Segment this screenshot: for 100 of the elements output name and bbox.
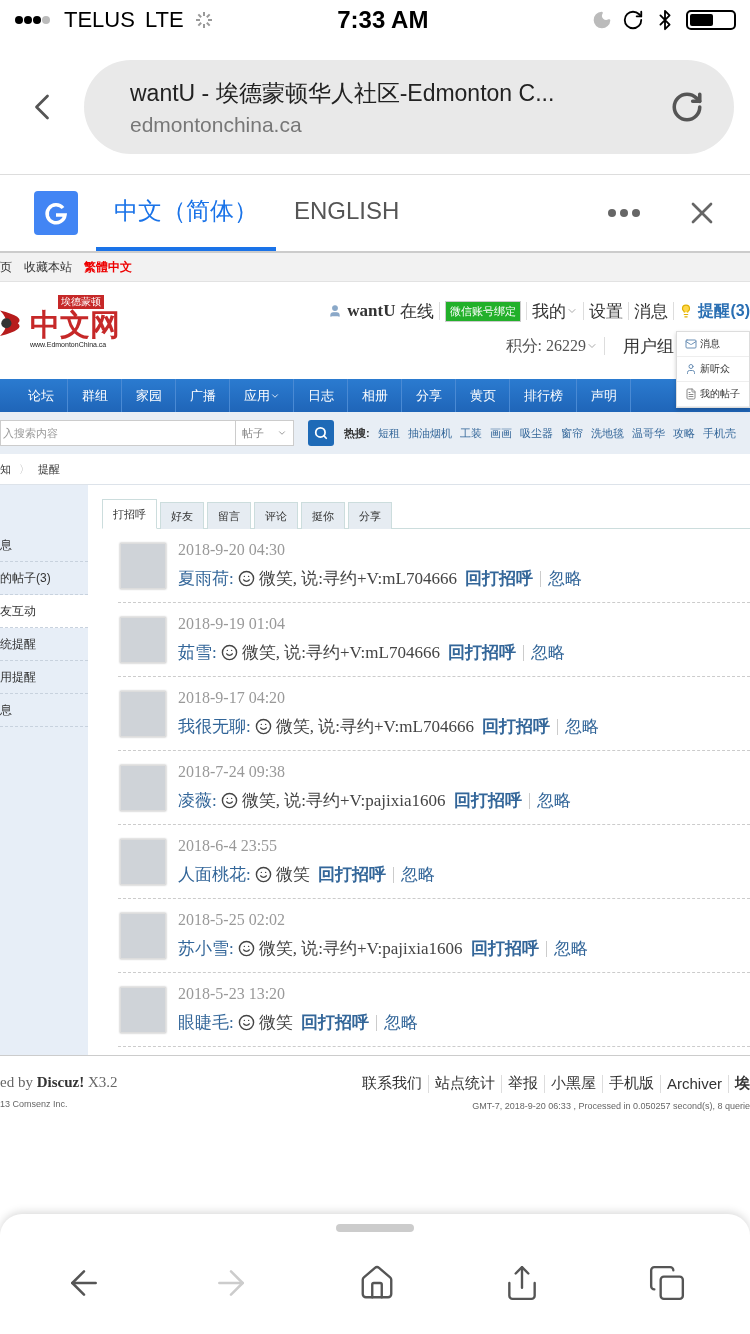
caret-icon — [277, 428, 287, 438]
footer-link[interactable]: 联系我们 — [362, 1074, 422, 1093]
hot-search-link[interactable]: 画画 — [489, 425, 512, 441]
powered-by-text: ed by Discuz! X3.2 — [0, 1074, 118, 1091]
reply-greeting-link[interactable]: 回打招呼 — [453, 789, 522, 812]
address-bar[interactable]: wantU - 埃德蒙顿华人社区-Edmonton C... edmontonchina.ca — [84, 60, 734, 154]
clock-time: 7:33 AM — [336, 6, 430, 34]
network-type: LTE — [144, 7, 184, 33]
smile-icon — [220, 644, 238, 661]
reply-greeting-link[interactable]: 回打招呼 — [447, 641, 516, 664]
avatar-placeholder — [120, 838, 166, 885]
user-name-link[interactable]: 苏小雪: — [178, 937, 234, 960]
reload-button[interactable] — [670, 90, 704, 124]
ignore-link[interactable]: 忽略 — [547, 567, 582, 590]
footer-link[interactable]: 站点统计 — [435, 1074, 495, 1093]
hot-search-link[interactable]: 抽油烟机 — [407, 425, 452, 441]
top-link[interactable]: 页 — [0, 258, 12, 276]
user-group-link[interactable]: 用户组 — [623, 334, 674, 358]
menu-item[interactable]: 消息 — [677, 332, 749, 357]
hot-search-link[interactable]: 窗帘 — [560, 425, 583, 441]
hot-search-link[interactable]: 手机壳 — [702, 425, 736, 441]
notification-time: 2018-9-20 04:30 — [178, 541, 287, 559]
translate-logo-icon — [34, 191, 78, 235]
reply-greeting-link[interactable]: 回打招呼 — [317, 863, 386, 886]
user-menu-link[interactable]: 我的 — [532, 299, 579, 323]
user-name-link[interactable]: 我很无聊: — [178, 715, 251, 738]
footer-link[interactable]: 埃 — [735, 1074, 750, 1093]
sidebar-item[interactable]: 用提醒 — [0, 661, 88, 694]
user-menu-link[interactable]: 设置 — [589, 299, 624, 323]
points-link[interactable]: 积分: 26229 — [505, 335, 598, 357]
menu-item[interactable]: 新听众 — [677, 357, 749, 382]
hot-search-link[interactable]: 攻略 — [672, 425, 695, 441]
sheet-handle[interactable] — [336, 1224, 414, 1232]
sidebar-item[interactable]: 友互动 — [0, 595, 88, 628]
reply-greeting-link[interactable]: 回打招呼 — [481, 715, 550, 738]
breadcrumb-link[interactable]: 知 — [0, 461, 11, 477]
ignore-link[interactable]: 忽略 — [383, 1011, 418, 1034]
top-link[interactable]: 收藏本站 — [24, 258, 72, 276]
user-name-link[interactable]: 茹雪: — [178, 641, 217, 664]
hot-search-link[interactable]: 吸尘器 — [519, 425, 553, 441]
user-name-link[interactable]: 眼睫毛: — [178, 1011, 234, 1034]
notification-message: 微笑, 说:寻约+V:pajixia1606 — [241, 790, 446, 812]
alerts-link[interactable]: 提醒(3) — [698, 300, 750, 322]
footer-link[interactable]: 小黑屋 — [551, 1074, 596, 1093]
user-name-link[interactable]: 凌薇: — [178, 789, 217, 812]
tab[interactable]: 好友 — [160, 502, 204, 529]
avatar-placeholder — [120, 912, 166, 959]
smile-icon — [254, 718, 272, 735]
footer-link[interactable]: 手机版 — [609, 1074, 654, 1093]
search-button[interactable] — [308, 420, 334, 446]
user-name-link[interactable]: 夏雨荷: — [178, 567, 234, 590]
ignore-link[interactable]: 忽略 — [553, 937, 588, 960]
sidebar-item[interactable]: 息 — [0, 694, 88, 727]
avatar-placeholder — [120, 616, 166, 663]
menu-item[interactable]: 我的帖子 — [677, 382, 749, 407]
page-url: edmontonchina.ca — [130, 112, 303, 137]
footer-link[interactable]: Archiver — [667, 1075, 722, 1092]
sidebar-item[interactable]: 息 — [0, 529, 88, 562]
language-link[interactable]: 繁體中文 — [84, 258, 132, 276]
tab[interactable]: 打招呼 — [102, 499, 157, 529]
online-status: 在线 — [400, 300, 435, 323]
tab[interactable]: 留言 — [207, 502, 251, 529]
reply-greeting-link[interactable]: 回打招呼 — [464, 567, 533, 590]
tab[interactable]: 挺你 — [301, 502, 345, 529]
avatar-placeholder — [120, 542, 166, 589]
username-link[interactable]: wantU — [347, 301, 396, 321]
search-field[interactable]: 入搜索内容 — [0, 420, 236, 446]
carrier-name: TELUS — [64, 7, 135, 33]
ignore-link[interactable]: 忽略 — [564, 715, 599, 738]
tabs-icon — [648, 1264, 687, 1302]
document-icon — [685, 388, 697, 400]
search-scope-select[interactable]: 帖子 — [236, 420, 294, 446]
ignore-link[interactable]: 忽略 — [536, 789, 571, 812]
reply-greeting-link[interactable]: 回打招呼 — [470, 937, 539, 960]
hot-search-link[interactable]: 短租 — [377, 425, 400, 441]
tabs-button[interactable] — [648, 1264, 687, 1302]
reply-greeting-link[interactable]: 回打招呼 — [300, 1011, 369, 1034]
tab[interactable]: 分享 — [348, 502, 392, 529]
copyright-text: 13 Comsenz Inc. — [0, 1099, 68, 1109]
sidebar-item[interactable]: 统提醒 — [0, 628, 88, 661]
user-menu-link[interactable]: 消息 — [634, 299, 669, 323]
footer-link[interactable]: 举报 — [508, 1074, 538, 1093]
user-name-link[interactable]: 人面桃花: — [178, 863, 251, 886]
notification-message: 微笑, 说:寻约+V:mL704666 — [258, 568, 457, 590]
tab[interactable]: 评论 — [254, 502, 298, 529]
notification-message: 微笑, 说:寻约+V:pajixia1606 — [258, 938, 463, 960]
breadcrumb-link[interactable]: 提醒 — [38, 461, 60, 477]
hot-search-link[interactable]: 工装 — [459, 425, 482, 441]
notification-time: 2018-9-17 04:20 — [178, 689, 287, 707]
ignore-link[interactable]: 忽略 — [530, 641, 565, 664]
ignore-link[interactable]: 忽略 — [400, 863, 435, 886]
notification-time: 2018-7-24 09:38 — [178, 763, 287, 781]
avatar-placeholder — [120, 690, 166, 737]
avatar-placeholder — [120, 764, 166, 811]
smile-icon — [237, 1014, 255, 1031]
notification-time: 2018-6-4 23:55 — [178, 837, 279, 855]
loading-icon — [193, 10, 214, 30]
hot-search-link[interactable]: 温哥华 — [631, 425, 665, 441]
hot-search-link[interactable]: 洗地毯 — [590, 425, 624, 441]
language-tab[interactable]: ENGLISH — [276, 175, 418, 251]
